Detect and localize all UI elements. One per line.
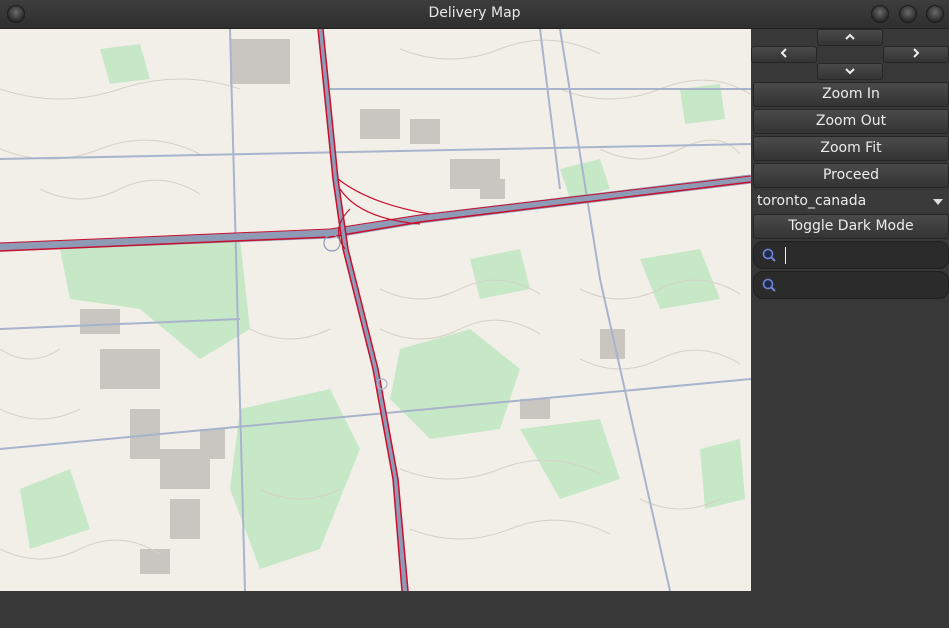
second-search-input[interactable] <box>782 275 942 295</box>
map-graphic <box>0 29 751 591</box>
zoom-fit-button[interactable]: Zoom Fit <box>753 136 949 161</box>
map-select-value: toronto_canada <box>757 193 867 209</box>
control-panel: Zoom In Zoom Out Zoom Fit Proceed toront… <box>751 29 949 591</box>
close-button[interactable] <box>926 5 944 23</box>
window-titlebar: Delivery Map <box>0 0 949 29</box>
map-canvas[interactable] <box>0 29 751 591</box>
toggle-dark-mode-button[interactable]: Toggle Dark Mode <box>753 214 949 239</box>
minimize-button[interactable] <box>871 5 889 23</box>
first-search-field[interactable] <box>753 241 949 269</box>
chevron-right-icon <box>913 48 920 58</box>
chevron-down-icon <box>845 68 855 75</box>
chevron-left-icon <box>780 48 787 58</box>
proceed-button[interactable]: Proceed <box>753 163 949 188</box>
pan-right-button[interactable] <box>883 46 949 63</box>
search-icon <box>762 278 776 292</box>
dropdown-caret-icon <box>933 199 943 205</box>
first-search-input[interactable] <box>782 245 942 265</box>
zoom-out-button[interactable]: Zoom Out <box>753 109 949 134</box>
chevron-up-icon <box>845 33 855 40</box>
status-area <box>0 591 949 628</box>
pan-down-button[interactable] <box>817 63 883 80</box>
search-icon <box>762 248 776 262</box>
zoom-in-button[interactable]: Zoom In <box>753 82 949 107</box>
pan-up-button[interactable] <box>817 29 883 46</box>
map-select-dropdown[interactable]: toronto_canada <box>753 190 949 212</box>
maximize-button[interactable] <box>899 5 917 23</box>
window-title: Delivery Map <box>428 5 521 21</box>
second-search-field[interactable] <box>753 271 949 299</box>
pan-left-button[interactable] <box>751 46 817 63</box>
